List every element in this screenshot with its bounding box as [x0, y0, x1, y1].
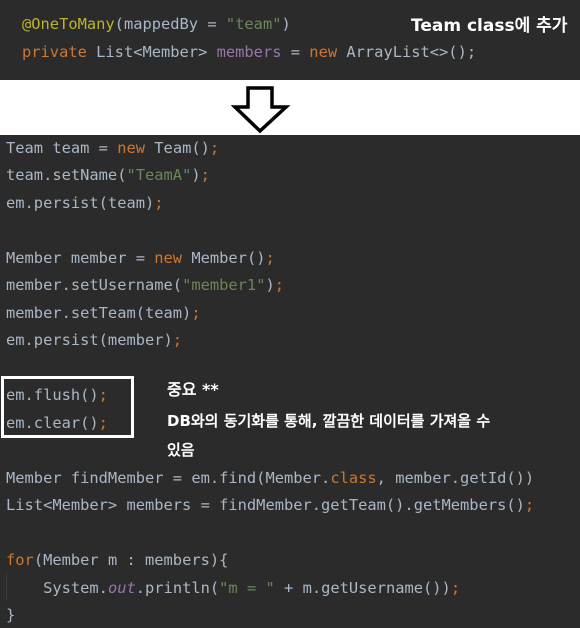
string-literal: "m = "	[219, 579, 275, 597]
code-text: , member.getId())	[376, 469, 535, 487]
code-line-6: member.setTeam(team);	[6, 303, 201, 323]
important-line-1: DB와의 동기화를 통해, 깔끔한 데이터를 가져올 수	[167, 412, 491, 430]
field-out: out	[107, 579, 136, 597]
assign-text: =	[281, 43, 310, 61]
code-line-5: member.setUsername("member1");	[6, 275, 284, 295]
field-members: members	[216, 43, 282, 61]
top-code-panel: @OneToMany(mappedBy = "team") private Li…	[0, 0, 580, 80]
code-line-1: Team team = new Team();	[6, 138, 219, 158]
indent-guide	[6, 573, 7, 601]
code-line-find-member: Member findMember = em.find(Member.class…	[6, 468, 534, 488]
code-line-get-members: List<Member> members = findMember.getTea…	[6, 495, 534, 515]
code-text: Team team =	[6, 139, 118, 157]
top-note: Team class에 추가	[411, 16, 568, 36]
semicolon: ;	[172, 331, 183, 349]
code-text: team.setName(	[6, 166, 127, 184]
semicolon: ;	[154, 194, 164, 212]
semicolon: ;	[191, 304, 201, 322]
code-line-2: team.setName("TeamA");	[6, 165, 210, 185]
code-text: }	[6, 606, 16, 624]
annotation-token: @OneToMany	[22, 15, 115, 33]
highlight-box	[1, 376, 134, 438]
code-text: member.setTeam(team)	[6, 304, 192, 322]
code-line-close-brace: }	[6, 605, 15, 625]
keyword-new: new	[154, 249, 183, 267]
code-text: .println(	[135, 579, 220, 597]
code-line-println: System.out.println("m = " + m.getUsernam…	[6, 578, 460, 598]
string-literal: "team"	[225, 15, 282, 33]
code-line-annotation: @OneToMany(mappedBy = "team")	[22, 14, 291, 34]
code-line-members-field: private List<Member> members = new Array…	[22, 42, 476, 62]
down-arrow-icon	[231, 86, 291, 134]
code-text: )	[191, 166, 201, 184]
code-text: Member findMember = em.find(Member.	[6, 469, 331, 487]
string-literal: "member1"	[182, 276, 266, 294]
keyword-new: new	[117, 139, 146, 157]
annotation-args-close: )	[281, 15, 291, 33]
code-text: Member()	[182, 249, 266, 267]
code-text: + m.getUsername())	[274, 579, 451, 597]
keyword-for: for	[6, 551, 34, 569]
code-text: member.setUsername(	[6, 276, 183, 294]
semicolon: ;	[524, 496, 535, 514]
code-line-4: Member member = new Member();	[6, 248, 275, 268]
semicolon: ;	[265, 249, 275, 267]
code-line-3: em.persist(team);	[6, 193, 164, 213]
keyword-new: new	[309, 43, 338, 61]
constructor-text: ArrayList<>();	[337, 43, 477, 61]
code-text: Member member =	[6, 249, 155, 267]
semicolon: ;	[450, 579, 461, 597]
code-text: em.persist(team)	[6, 194, 155, 212]
annotation-args-open: (mappedBy =	[114, 15, 226, 33]
code-text: List<Member> members = findMember.getTea…	[6, 496, 525, 514]
type-text: List<Member>	[86, 43, 217, 61]
semicolon: ;	[274, 276, 285, 294]
code-text: Team()	[145, 139, 210, 157]
code-text: em.persist(member)	[6, 331, 173, 349]
code-text: (Member m : members){	[33, 551, 229, 569]
string-literal: "TeamA"	[126, 166, 192, 184]
semicolon: ;	[209, 139, 220, 157]
important-title: 중요 **	[167, 380, 219, 399]
code-text: System.	[6, 579, 108, 597]
semicolon: ;	[200, 166, 210, 184]
important-line-2: 있음	[167, 441, 195, 459]
code-line-for: for(Member m : members){	[6, 550, 228, 570]
code-text: )	[265, 276, 275, 294]
code-line-7: em.persist(member);	[6, 330, 182, 350]
keyword-private: private	[22, 43, 87, 61]
keyword-class: class	[330, 469, 377, 487]
